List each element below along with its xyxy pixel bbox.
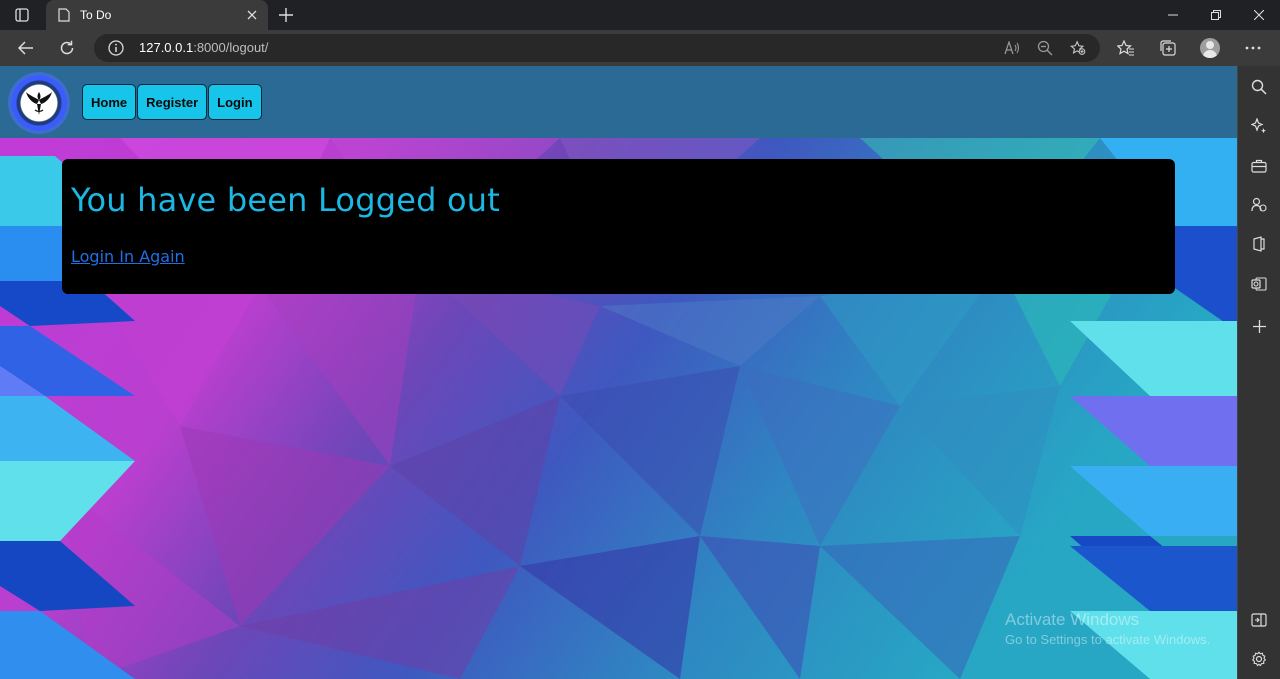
tab-bar: To Do (0, 0, 1280, 30)
back-arrow-icon (18, 41, 33, 55)
plus-icon (279, 8, 293, 22)
restore-icon (1210, 10, 1221, 20)
sidebar-settings-button[interactable] (1249, 649, 1269, 669)
nav-login-button[interactable]: Login (208, 84, 262, 120)
browser-sidebar (1237, 66, 1280, 679)
new-tab-button[interactable] (276, 5, 296, 25)
settings-more-button[interactable] (1243, 38, 1263, 58)
minimize-icon (1167, 14, 1178, 16)
sidebar-search-button[interactable] (1249, 77, 1269, 97)
browser-tab[interactable]: To Do (46, 0, 268, 30)
phoenix-logo-icon (26, 92, 52, 115)
url-text: 127.0.0.1:8000/logout/ (139, 40, 268, 55)
watermark-title: Activate Windows (1005, 610, 1140, 629)
sidebar-discover-button[interactable] (1249, 116, 1269, 136)
login-again-link[interactable]: Login In Again (71, 247, 185, 266)
sidebar-collapse-icon (1251, 613, 1267, 627)
close-icon (1253, 10, 1264, 20)
window-controls (1151, 0, 1280, 30)
windows-activation-watermark: Activate Windows Go to Settings to activ… (1005, 610, 1210, 647)
browser-toolbar: 127.0.0.1:8000/logout/ (0, 30, 1280, 66)
polygon-background (0, 66, 1237, 679)
profile-avatar (1200, 38, 1220, 58)
url-path: :8000/logout/ (193, 40, 269, 55)
logout-card: You have been Logged out Login In Again (62, 159, 1175, 294)
logout-heading: You have been Logged out (71, 181, 501, 219)
collections-button[interactable] (1158, 38, 1178, 58)
add-favorite-icon[interactable] (1070, 40, 1086, 56)
close-tab-icon[interactable] (244, 7, 260, 23)
site-nav-links: Home Register Login (82, 84, 263, 120)
sparkle-icon (1251, 118, 1266, 134)
people-icon (1251, 197, 1267, 212)
site-info-icon[interactable] (108, 40, 124, 56)
briefcase-icon (1251, 159, 1267, 173)
sidebar-add-button[interactable] (1249, 316, 1269, 336)
close-window-button[interactable] (1237, 0, 1280, 30)
read-aloud-icon[interactable] (1004, 40, 1020, 56)
minimize-button[interactable] (1151, 0, 1194, 30)
collections-icon (1160, 40, 1176, 56)
sidebar-office-button[interactable] (1249, 234, 1269, 254)
office-icon (1253, 236, 1265, 252)
sidebar-hide-button[interactable] (1249, 610, 1269, 630)
plus-icon (1252, 319, 1266, 333)
page-icon (56, 7, 72, 23)
profile-button[interactable] (1200, 38, 1220, 58)
url-host: 127.0.0.1 (139, 40, 194, 55)
nav-home-button[interactable]: Home (82, 84, 137, 120)
more-dots-icon (1245, 46, 1261, 50)
sidebar-tools-button[interactable] (1249, 156, 1269, 176)
favorites-icon (1117, 40, 1134, 56)
refresh-button[interactable] (57, 38, 77, 58)
page-viewport: Home Register Login You have been Logged… (0, 66, 1237, 679)
gear-icon (1251, 651, 1267, 667)
tab-actions-icon (15, 8, 29, 22)
favorites-button[interactable] (1116, 38, 1136, 58)
zoom-out-icon[interactable] (1037, 40, 1053, 56)
tab-actions-button[interactable] (8, 5, 36, 25)
tab-title: To Do (80, 8, 112, 22)
search-icon (1251, 79, 1267, 95)
address-bar[interactable]: 127.0.0.1:8000/logout/ (94, 34, 1100, 62)
sidebar-outlook-button[interactable] (1249, 274, 1269, 294)
nav-register-button[interactable]: Register (137, 84, 208, 120)
sidebar-games-button[interactable] (1249, 195, 1269, 215)
site-logo[interactable] (8, 72, 70, 134)
refresh-icon (60, 40, 74, 55)
back-button[interactable] (16, 38, 36, 58)
site-navbar: Home Register Login (0, 66, 1237, 138)
watermark-subtitle: Go to Settings to activate Windows. (1005, 632, 1211, 647)
outlook-icon (1251, 277, 1267, 291)
restore-button[interactable] (1194, 0, 1237, 30)
